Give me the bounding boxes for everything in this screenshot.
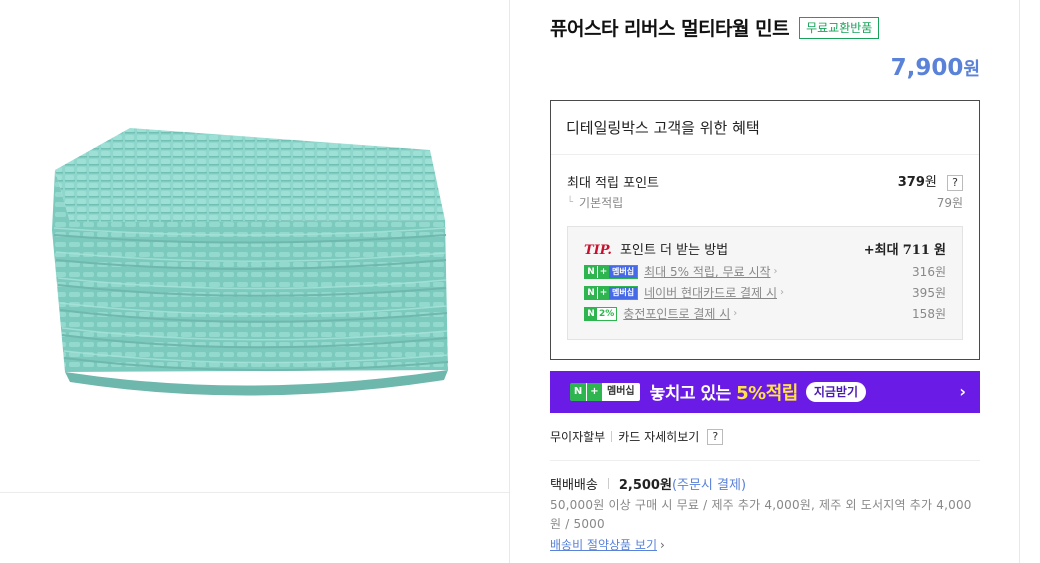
point-help-button[interactable]: ? (947, 175, 963, 191)
installment-label[interactable]: 무이자할부 (550, 428, 605, 445)
tip-item-left: N 2% 충전포인트로 결제 시 › (584, 305, 737, 322)
divider (607, 478, 609, 489)
plus-icon: + (597, 286, 609, 299)
tip-max-unit: 원 (934, 243, 946, 258)
tip-item-value: 316원 (912, 265, 946, 279)
membership-label: 멤버십 (602, 383, 640, 401)
price-unit: 원 (963, 59, 980, 80)
product-image-panel (0, 0, 510, 563)
corner-icon: └ (567, 197, 574, 208)
chevron-right-icon: › (779, 287, 784, 298)
max-point-label: 최대 적립 포인트 (567, 175, 659, 191)
tip-word: TIP. (584, 243, 612, 258)
plus-icon: + (597, 265, 609, 278)
tip-item[interactable]: N + 멤버십 네이버 현대카드로 결제 시 › 395원 (584, 285, 946, 300)
membership-promo-banner[interactable]: N + 멤버십 놓치고 있는 5%적립 지금받기 › (550, 371, 980, 413)
naver-n-icon: N (585, 265, 597, 278)
tip-max: +최대 711 원 (864, 239, 946, 258)
tip-item[interactable]: N 2% 충전포인트로 결제 시 › 158원 (584, 306, 946, 321)
shipping-fee: 2,500원 (618, 478, 672, 493)
shipping-detail: 50,000원 이상 구매 시 무료 / 제주 추가 4,000원, 제주 외 … (550, 498, 972, 531)
product-title: 퓨어스타 리버스 멀티타월 민트 (550, 18, 790, 40)
promo-highlight: 5%적립 (736, 383, 798, 404)
plus-icon: + (586, 383, 602, 401)
max-point-value-group: 379원 ? (898, 171, 963, 191)
tip-item[interactable]: N + 멤버십 최대 5% 적립, 무료 시작 › 316원 (584, 264, 946, 279)
tip-item-left: N + 멤버십 최대 5% 적립, 무료 시작 › (584, 263, 778, 280)
base-point-row: └ 기본적립 79원 (567, 194, 963, 211)
product-price: 7,900원 (891, 55, 980, 81)
shipping-row: 택배배송 2,500원 (주문시 결제) (550, 474, 746, 493)
membership-label: 멤버십 (609, 265, 638, 278)
base-point-label: 기본적립 (579, 196, 624, 210)
divider (611, 431, 613, 442)
free-return-badge: 무료교환반품 (799, 16, 880, 39)
tip-box: TIP. 포인트 더 받는 방법 +최대 711 원 N + 멤버십 최대 5% 적… (567, 226, 963, 340)
shipping-saving-link-text[interactable]: 배송비 절약상품 보기 (550, 538, 657, 552)
tip-item-link[interactable]: 네이버 현대카드로 결제 시 (644, 284, 777, 301)
naver-n-icon: N (585, 307, 597, 320)
image-divider (0, 492, 509, 493)
tip-title-group: TIP. 포인트 더 받는 방법 (584, 239, 728, 258)
naver-membership-badge: N + 멤버십 (584, 285, 639, 300)
benefit-title: 디테일링박스 고객을 위한 혜택 (551, 101, 979, 155)
tip-item-link[interactable]: 최대 5% 적립, 무료 시작 (644, 263, 770, 280)
tip-item-value: 395원 (912, 286, 946, 300)
max-point-row: 최대 적립 포인트 379원 ? (567, 171, 963, 191)
naver-n-icon: N (585, 286, 597, 299)
tip-header: TIP. 포인트 더 받는 방법 +최대 711 원 (584, 239, 946, 258)
tip-item-link[interactable]: 충전포인트로 결제 시 (623, 305, 730, 322)
naver-n-icon: N (570, 383, 586, 401)
product-image[interactable] (40, 110, 480, 410)
base-point-left: └ 기본적립 (567, 194, 623, 211)
promo-cta-button[interactable]: 지금받기 (805, 382, 867, 402)
chevron-right-icon: › (773, 266, 778, 277)
installment-row: 무이자할부 카드 자세히보기 ? (550, 428, 724, 445)
chevron-right-icon: › (733, 308, 738, 319)
shipping-note: (주문시 결제) (671, 478, 747, 493)
chevron-right-icon: › (959, 382, 966, 401)
tip-max-prefix: +최대 (863, 243, 899, 258)
naver-pay-point-badge: N 2% (584, 306, 618, 321)
promo-text-pre: 놓치고 있는 (649, 384, 732, 404)
percent-label: 2% (597, 307, 617, 320)
title-row: 퓨어스타 리버스 멀티타월 민트 무료교환반품 (550, 14, 880, 41)
tip-title: 포인트 더 받는 방법 (620, 243, 729, 258)
price-number: 7,900 (890, 55, 964, 81)
shipping-saving-link[interactable]: 배송비 절약상품 보기 › (550, 536, 665, 553)
tip-item-value: 158원 (912, 307, 946, 321)
installment-help-button[interactable]: ? (707, 428, 724, 445)
tip-max-value: 711 (902, 243, 930, 258)
naver-membership-badge: N + 멤버십 (584, 264, 639, 279)
tip-item-left: N + 멤버십 네이버 현대카드로 결제 시 › (584, 284, 784, 301)
shipping-label: 택배배송 (550, 478, 598, 493)
max-point-unit: 원 (924, 175, 937, 190)
benefit-box: 디테일링박스 고객을 위한 혜택 최대 적립 포인트 379원 ? └ 기본적립… (550, 100, 980, 360)
naver-membership-badge: N + 멤버십 (570, 383, 640, 401)
base-point-value: 79원 (936, 196, 963, 210)
right-divider (1019, 0, 1020, 563)
chevron-right-icon: › (660, 538, 665, 552)
card-detail-link[interactable]: 카드 자세히보기 (618, 428, 699, 445)
shipping-divider (550, 460, 980, 461)
promo-text: 놓치고 있는 5%적립 (649, 379, 799, 405)
membership-label: 멤버십 (609, 286, 638, 299)
max-point-value: 379 (897, 175, 925, 190)
